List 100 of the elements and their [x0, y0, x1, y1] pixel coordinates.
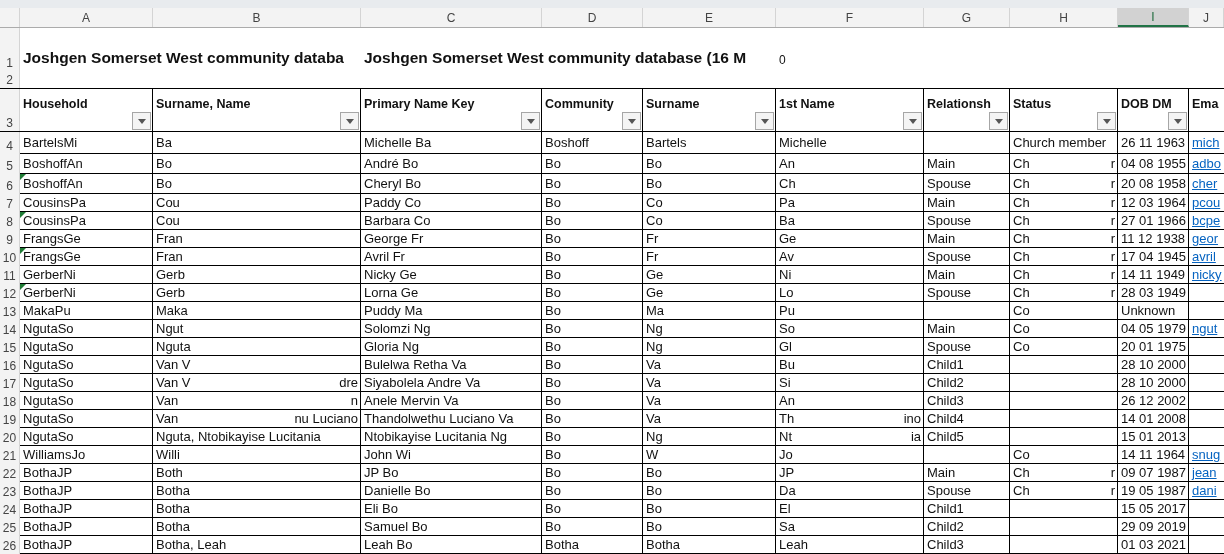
cell-text: NgutaSo: [23, 411, 74, 426]
filter-dropdown-button[interactable]: [1097, 112, 1116, 130]
cell-text: BothaJP: [23, 537, 73, 552]
filter-dropdown-button[interactable]: [1168, 112, 1187, 130]
row-number[interactable]: 5: [0, 154, 20, 174]
row-number[interactable]: 15: [0, 338, 20, 356]
row-number[interactable]: 12: [0, 284, 20, 302]
cell-text: Paddy Co: [364, 195, 422, 210]
row-number[interactable]: 7: [0, 194, 20, 212]
row-number[interactable]: 14: [0, 320, 20, 338]
email-link[interactable]: jean: [1192, 465, 1217, 480]
row-number[interactable]: 24: [0, 500, 20, 518]
row-number[interactable]: 17: [0, 374, 20, 392]
cell-text: Bu: [779, 357, 795, 372]
column-letter[interactable]: C: [361, 8, 542, 27]
row-number[interactable]: 26: [0, 536, 20, 554]
column-letter[interactable]: I: [1118, 8, 1189, 27]
cell-text: Botha: [646, 537, 680, 552]
cell-text: Av: [779, 249, 794, 264]
cell-text: 17 04 1945: [1121, 249, 1187, 264]
email-link[interactable]: snug: [1192, 447, 1221, 462]
email-link[interactable]: cher: [1192, 176, 1218, 191]
cell-text: Michelle: [779, 135, 827, 150]
filter-dropdown-button[interactable]: [132, 112, 151, 130]
column-letter[interactable]: B: [153, 8, 361, 27]
column-letter[interactable]: J: [1189, 8, 1224, 27]
cell-text: Child1: [927, 501, 964, 516]
column-letter[interactable]: E: [643, 8, 776, 27]
empty-cell[interactable]: [1010, 410, 1118, 428]
email-link[interactable]: dani: [1192, 483, 1217, 498]
email-link[interactable]: nicky: [1192, 267, 1222, 282]
cell-text: Nicky Ge: [364, 267, 417, 282]
row-number[interactable]: 20: [0, 428, 20, 446]
cell-text: Co: [1013, 447, 1030, 462]
row-number[interactable]: 16: [0, 356, 20, 374]
filter-dropdown-button[interactable]: [903, 112, 922, 130]
cell-text: 20 08 1958: [1121, 176, 1187, 191]
cell-text: r: [1110, 285, 1115, 300]
row-number[interactable]: 23: [0, 482, 20, 500]
email-link[interactable]: adbo: [1192, 156, 1221, 171]
filter-dropdown-button[interactable]: [340, 112, 359, 130]
cell-text: Ma: [646, 303, 665, 318]
row-number[interactable]: 4: [0, 132, 20, 154]
row-number[interactable]: 9: [0, 230, 20, 248]
cell-text: Gerb: [156, 267, 185, 282]
cell-text: W: [646, 447, 659, 462]
row-number[interactable]: 22: [0, 464, 20, 482]
cell-text: Gl: [779, 339, 792, 354]
email-link[interactable]: mich: [1192, 135, 1220, 150]
row-number[interactable]: 13: [0, 302, 20, 320]
column-letter[interactable]: G: [924, 8, 1010, 27]
cell-text: BothaJP: [23, 465, 73, 480]
cell-text: Bo: [545, 465, 561, 480]
filter-dropdown-button[interactable]: [622, 112, 641, 130]
cell-text: Spouse: [927, 249, 972, 264]
cell-text: Both: [156, 465, 183, 480]
cell-text: r: [1110, 176, 1115, 191]
caret-icon: [1102, 118, 1111, 124]
cell-text: Ngut: [156, 321, 184, 336]
empty-cell[interactable]: [1010, 536, 1118, 554]
email-link[interactable]: bcpe: [1192, 213, 1221, 228]
email-link[interactable]: ngut: [1192, 321, 1218, 336]
filter-dropdown-button[interactable]: [989, 112, 1008, 130]
cell-text: Danielle Bo: [364, 483, 431, 498]
cell-text: r: [1110, 249, 1115, 264]
column-letter[interactable]: D: [542, 8, 643, 27]
row-number[interactable]: 10: [0, 248, 20, 266]
row-number[interactable]: 11: [0, 266, 20, 284]
row-number[interactable]: 21: [0, 446, 20, 464]
row-number[interactable]: 19: [0, 410, 20, 428]
cell-text: Bo: [545, 303, 561, 318]
empty-cell[interactable]: [1010, 374, 1118, 392]
row-number[interactable]: 8: [0, 212, 20, 230]
row-number[interactable]: 25: [0, 518, 20, 536]
row-number[interactable]: 2: [0, 71, 20, 88]
empty-cell[interactable]: [1010, 518, 1118, 536]
column-letter[interactable]: A: [20, 8, 153, 27]
empty-cell[interactable]: [1010, 392, 1118, 410]
empty-cell[interactable]: [1010, 356, 1118, 374]
cell-text: Bo: [545, 483, 561, 498]
column-header: 1st Name: [779, 97, 835, 111]
row-number[interactable]: 1: [0, 28, 20, 71]
email-link[interactable]: avril: [1192, 249, 1216, 264]
empty-cell[interactable]: [1010, 500, 1118, 518]
filter-dropdown-button[interactable]: [521, 112, 540, 130]
row-number[interactable]: 6: [0, 174, 20, 194]
email-link[interactable]: pcou: [1192, 195, 1221, 210]
row-number[interactable]: 3: [0, 89, 20, 131]
cell-text: Ch: [1013, 465, 1030, 480]
cell-text: n: [350, 393, 358, 408]
empty-cell[interactable]: [924, 302, 1010, 320]
empty-cell[interactable]: [1010, 428, 1118, 446]
filter-dropdown-button[interactable]: [755, 112, 774, 130]
empty-cell[interactable]: [924, 132, 1010, 154]
row-number[interactable]: 18: [0, 392, 20, 410]
column-letter[interactable]: F: [776, 8, 924, 27]
empty-cell[interactable]: [924, 446, 1010, 464]
cell-text: dre: [339, 375, 358, 390]
email-link[interactable]: geor: [1192, 231, 1219, 246]
cell-text: Bo: [545, 447, 561, 462]
